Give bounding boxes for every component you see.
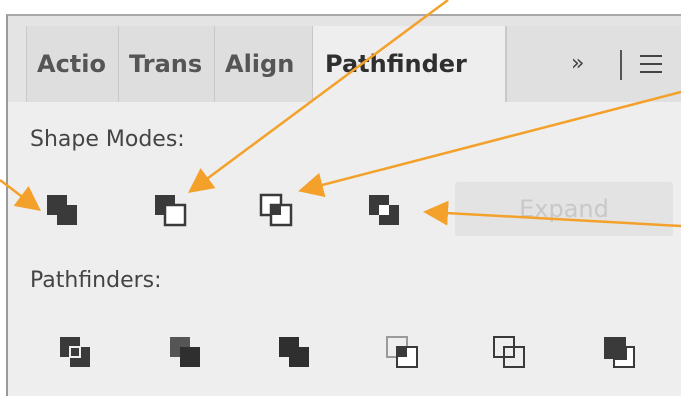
panel-menu-icon[interactable] xyxy=(640,53,662,73)
minus-back-icon[interactable] xyxy=(602,335,636,369)
tab-actions[interactable]: Actio xyxy=(26,26,118,102)
more-tabs-button[interactable]: » xyxy=(571,26,584,102)
menu-divider xyxy=(620,50,622,80)
tab-align[interactable]: Align xyxy=(214,26,312,102)
tab-transform[interactable]: Trans xyxy=(118,26,214,102)
pathfinders-label: Pathfinders: xyxy=(30,268,162,293)
intersect-icon[interactable] xyxy=(259,193,293,227)
exclude-icon[interactable] xyxy=(367,193,401,227)
window-top xyxy=(0,0,681,14)
trim-icon[interactable] xyxy=(168,335,202,369)
tab-bar: Actio Trans Align Pathfinder » xyxy=(8,16,681,102)
pathfinder-panel: Actio Trans Align Pathfinder » Shape Mod… xyxy=(6,14,681,396)
tab-pathfinder[interactable]: Pathfinder xyxy=(312,26,506,102)
expand-button[interactable]: Expand xyxy=(455,182,673,236)
crop-icon[interactable] xyxy=(385,335,419,369)
minus-front-icon[interactable] xyxy=(153,193,187,227)
shape-modes-label: Shape Modes: xyxy=(30,127,185,152)
divide-icon[interactable] xyxy=(58,335,92,369)
unite-icon[interactable] xyxy=(45,193,79,227)
merge-icon[interactable] xyxy=(277,335,311,369)
outline-icon[interactable] xyxy=(492,335,526,369)
